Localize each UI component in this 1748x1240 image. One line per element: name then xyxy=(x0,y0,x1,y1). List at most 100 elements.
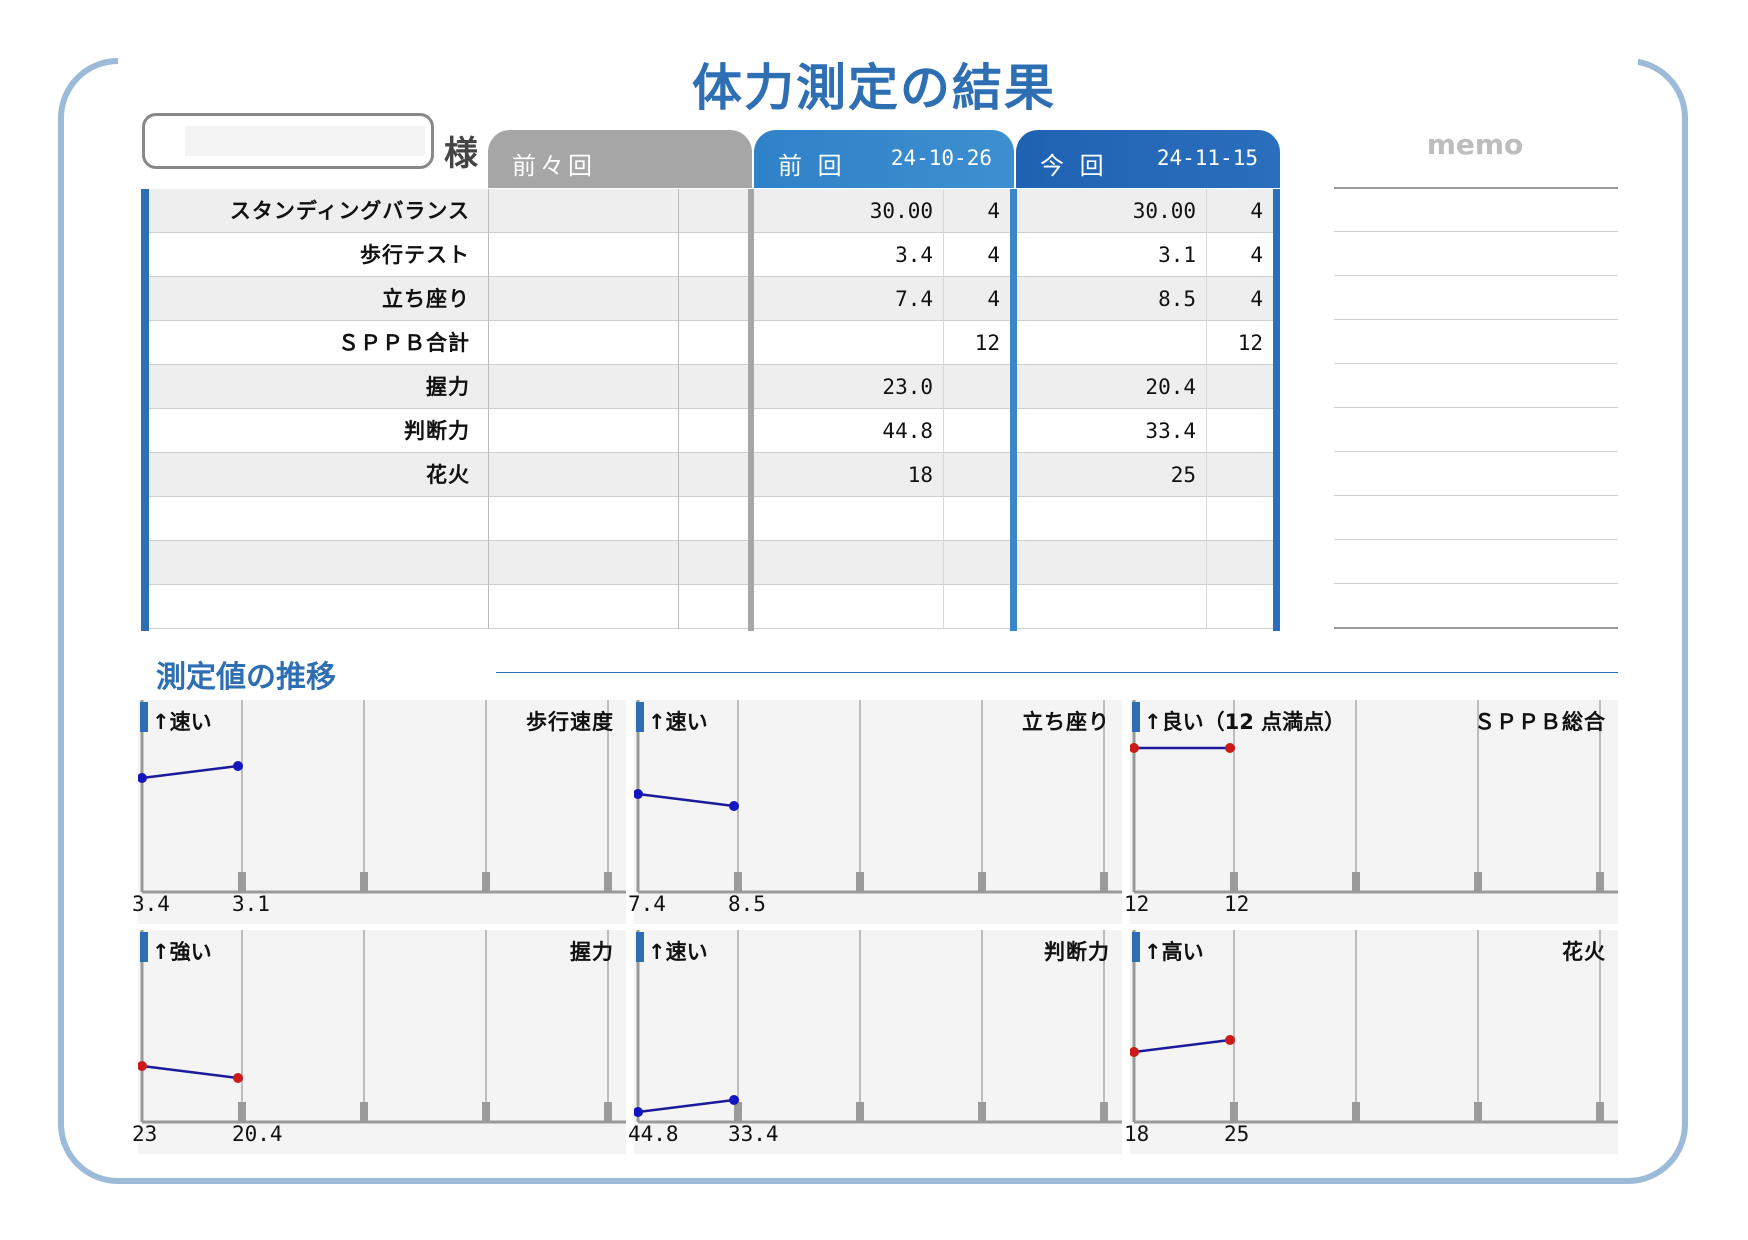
cell-prev2-value xyxy=(489,409,679,453)
cell-prev2-value xyxy=(489,365,679,409)
tick-mark xyxy=(1596,1102,1604,1122)
data-point xyxy=(729,1095,739,1105)
series-line xyxy=(141,764,239,780)
cell-name: 判断力 xyxy=(149,409,489,453)
cell-prev-score: 4 xyxy=(987,243,1000,267)
chart-direction-label: ↑強い xyxy=(152,940,212,964)
cell-prev2-value xyxy=(489,541,679,585)
data-point xyxy=(1130,1047,1139,1057)
column-header-current: 今 回 24-11-15 xyxy=(1016,130,1280,188)
cell-prev-value: 30.00 xyxy=(754,189,944,233)
section-divider xyxy=(496,672,1618,673)
column-header-prev: 前 回 24-10-26 xyxy=(754,130,1014,188)
column-label-current: 今 回 xyxy=(1040,152,1108,180)
data-point xyxy=(138,1061,147,1071)
cell-prev2-score xyxy=(679,453,749,497)
column-date-current: 24-11-15 xyxy=(1156,146,1258,170)
section-title: 測定値の推移 xyxy=(156,660,336,695)
cell-cur-score: 4 xyxy=(1250,199,1263,223)
table-row xyxy=(149,585,1273,629)
trend-chart: ↑速い 判断力 44.8 33.4 xyxy=(628,930,1122,1154)
cell-cur-score xyxy=(1207,453,1273,497)
series-line xyxy=(141,1064,239,1080)
tick-mark xyxy=(360,1102,368,1122)
cell-prev2-score xyxy=(679,277,749,321)
memo-line xyxy=(1334,231,1618,232)
table-accent-bar xyxy=(141,189,149,631)
x-tick-label: 23 xyxy=(132,1122,158,1146)
tick-mark xyxy=(1596,872,1604,892)
cell-cur-value: 33.4 xyxy=(1017,409,1207,453)
cell-cur-value xyxy=(1017,497,1207,541)
tick-mark xyxy=(978,872,986,892)
cell-prev-value xyxy=(754,321,944,365)
memo-line xyxy=(1334,451,1618,452)
tick-mark xyxy=(1100,872,1108,892)
tick-mark xyxy=(238,1102,246,1122)
tick-mark xyxy=(482,1102,490,1122)
current-column-border xyxy=(1273,189,1280,631)
data-point xyxy=(233,1073,243,1083)
chart-tag xyxy=(1132,932,1140,962)
cell-cur-value: 30.00 xyxy=(1017,189,1207,233)
data-point xyxy=(1225,1035,1235,1045)
memo-line xyxy=(1334,495,1618,496)
trend-chart: ↑強い 握力 23 20.4 xyxy=(132,930,626,1154)
table-row: 判断力 44.8 33.4 xyxy=(149,409,1273,453)
chart-tag xyxy=(636,702,644,732)
table-row xyxy=(149,497,1273,541)
data-point xyxy=(233,761,243,771)
cell-prev2-value xyxy=(489,585,679,629)
name-field[interactable] xyxy=(142,113,434,169)
cell-cur-value: 25 xyxy=(1017,453,1207,497)
chart-title: 立ち座り xyxy=(1022,710,1110,734)
x-tick-label: 8.5 xyxy=(728,892,766,916)
table-row: 立ち座り 7.4 4 8.5 4 xyxy=(149,277,1273,321)
memo-line xyxy=(1334,407,1618,408)
tick-mark xyxy=(1474,1102,1482,1122)
x-tick-label: 12 xyxy=(1124,892,1150,916)
cell-prev-value: 23.0 xyxy=(754,365,944,409)
chart-direction-label: ↑良い（12 点満点） xyxy=(1144,710,1346,734)
cell-name: 握力 xyxy=(149,365,489,409)
cell-cur-score: 4 xyxy=(1250,287,1263,311)
cell-prev-score xyxy=(944,365,1010,409)
tick-mark xyxy=(1352,872,1360,892)
cell-prev2-score xyxy=(679,233,749,277)
cell-prev-value: 7.4 xyxy=(754,277,944,321)
table-row: スタンディングバランス 30.00 4 30.00 4 xyxy=(149,189,1273,233)
cell-cur-value: 3.1 xyxy=(1017,233,1207,277)
memo-line xyxy=(1334,319,1618,320)
cell-prev-value xyxy=(754,585,944,629)
cell-prev2-value xyxy=(489,321,679,365)
cell-prev-value: 18 xyxy=(754,453,944,497)
trend-chart: ↑速い 立ち座り 7.4 8.5 xyxy=(628,700,1122,924)
cell-prev2-value xyxy=(489,189,679,233)
x-tick-label: 20.4 xyxy=(232,1122,283,1146)
cell-cur-value xyxy=(1017,585,1207,629)
cell-cur-score xyxy=(1207,409,1273,453)
cell-cur-score xyxy=(1207,541,1273,585)
column-date-prev: 24-10-26 xyxy=(890,146,992,170)
cell-prev-score: 12 xyxy=(974,331,1000,355)
column-label-prev2: 前々回 xyxy=(512,152,596,180)
cell-cur-value xyxy=(1017,321,1207,365)
memo-line xyxy=(1334,187,1618,189)
x-tick-label: 44.8 xyxy=(628,1122,679,1146)
cell-cur-score xyxy=(1207,585,1273,629)
cell-prev2-value xyxy=(489,453,679,497)
tick-mark xyxy=(604,872,612,892)
memo-line xyxy=(1334,583,1618,584)
cell-prev2-score xyxy=(679,189,749,233)
chart-title: 歩行速度 xyxy=(526,710,614,734)
tick-mark xyxy=(978,1102,986,1122)
tick-mark xyxy=(1100,1102,1108,1122)
cell-cur-score: 12 xyxy=(1237,331,1263,355)
memo-line xyxy=(1334,627,1618,629)
cell-name: 歩行テスト xyxy=(149,233,489,277)
x-tick-label: 25 xyxy=(1224,1122,1250,1146)
tick-mark xyxy=(856,872,864,892)
x-tick-label: 18 xyxy=(1124,1122,1150,1146)
column-header-prev2: 前々回 xyxy=(488,130,752,188)
tick-mark xyxy=(238,872,246,892)
